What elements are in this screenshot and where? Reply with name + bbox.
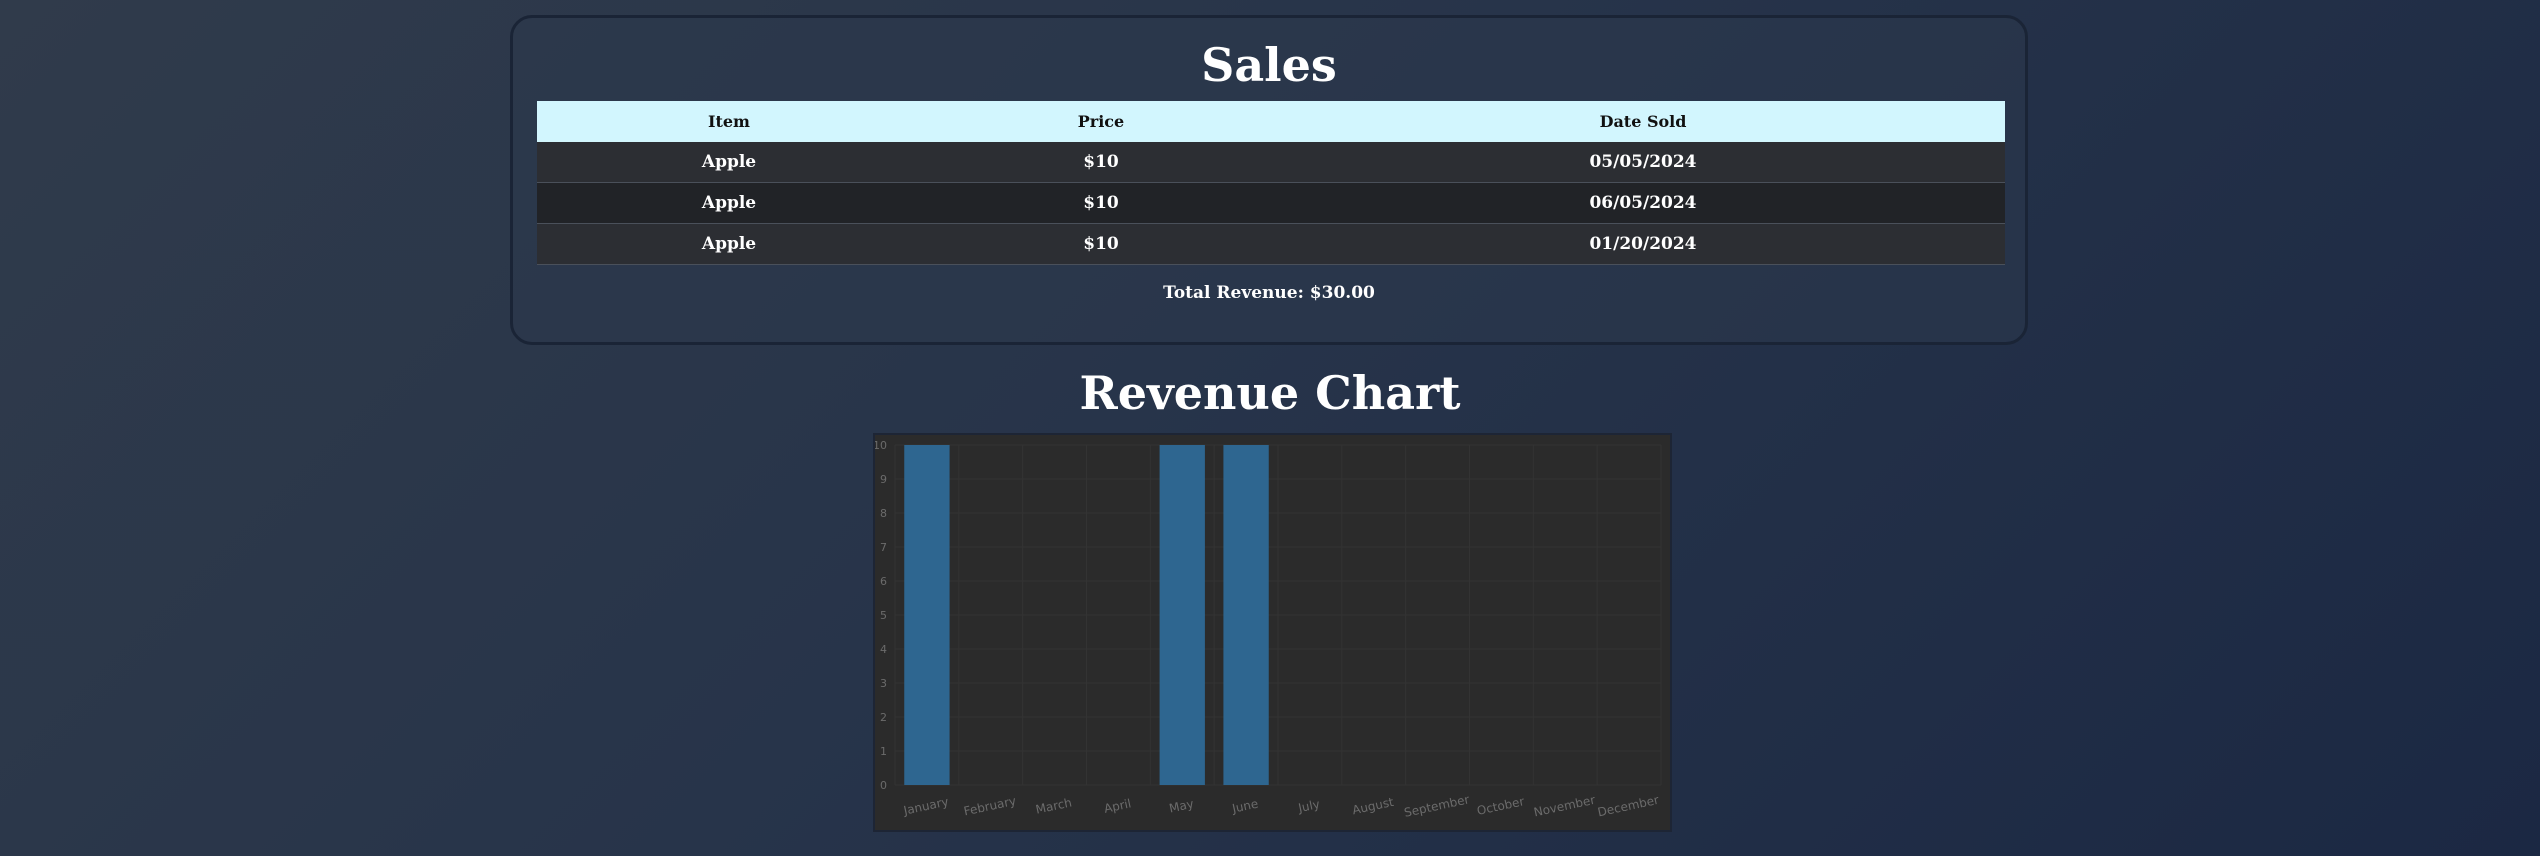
cell-item: Apple: [537, 223, 921, 265]
bar-may: [1159, 445, 1205, 785]
bar-january: [904, 445, 950, 785]
y-tick-label: 4: [880, 643, 887, 656]
table-row: Apple $10 06/05/2024: [537, 182, 2005, 224]
cell-date-sold: 05/05/2024: [1281, 142, 2005, 183]
x-tick-label: February: [962, 794, 1017, 819]
table-row: Apple $10 05/05/2024: [537, 142, 2005, 183]
x-tick-label: May: [1168, 797, 1195, 816]
total-revenue: Total Revenue: $30.00: [1163, 283, 1375, 303]
x-tick-label: September: [1403, 792, 1471, 819]
column-header-price: Price: [921, 101, 1281, 142]
x-tick-label: January: [901, 795, 949, 818]
cell-item: Apple: [537, 142, 921, 183]
y-tick-label: 8: [880, 507, 887, 520]
y-tick-label: 9: [880, 473, 887, 486]
y-tick-label: 2: [880, 711, 887, 724]
y-tick-label: 10: [875, 439, 887, 452]
y-tick-label: 6: [880, 575, 887, 588]
table-header-row: Item Price Date Sold: [537, 101, 2005, 142]
sales-table: Item Price Date Sold Apple $10 05/05/202…: [537, 101, 2005, 265]
column-header-date-sold: Date Sold: [1281, 101, 2005, 142]
y-tick-label: 3: [880, 677, 887, 690]
cell-price: $10: [921, 223, 1281, 265]
x-tick-label: November: [1532, 793, 1596, 820]
cell-date-sold: 01/20/2024: [1281, 223, 2005, 265]
revenue-chart: 0 1 2 3 4 5 6 7 8 9 10 January February March April May…: [873, 433, 1672, 832]
y-tick-label: 1: [880, 745, 887, 758]
x-tick-label: June: [1230, 797, 1259, 816]
table-row: Apple $10 01/20/2024: [537, 223, 2005, 265]
sales-panel: Sales Item Price Date Sold Apple $10 05/…: [510, 15, 2028, 345]
x-tick-label: October: [1476, 794, 1526, 818]
y-tick-label: 0: [880, 779, 887, 792]
x-tick-label: March: [1034, 795, 1073, 816]
y-tick-label: 7: [880, 541, 887, 554]
y-tick-label: 5: [880, 609, 887, 622]
chart-title: Revenue Chart: [1079, 366, 1461, 420]
sales-title: Sales: [1201, 38, 1337, 92]
cell-item: Apple: [537, 182, 921, 224]
cell-date-sold: 06/05/2024: [1281, 182, 2005, 224]
x-tick-label: August: [1351, 795, 1395, 817]
revenue-chart-svg: 0 1 2 3 4 5 6 7 8 9 10 January February March April May…: [875, 439, 1662, 820]
cell-price: $10: [921, 142, 1281, 183]
cell-price: $10: [921, 182, 1281, 224]
x-tick-label: April: [1103, 796, 1133, 815]
x-tick-label: December: [1596, 793, 1660, 820]
x-tick-label: July: [1296, 797, 1321, 815]
bar-june: [1223, 445, 1269, 785]
column-header-item: Item: [537, 101, 921, 142]
